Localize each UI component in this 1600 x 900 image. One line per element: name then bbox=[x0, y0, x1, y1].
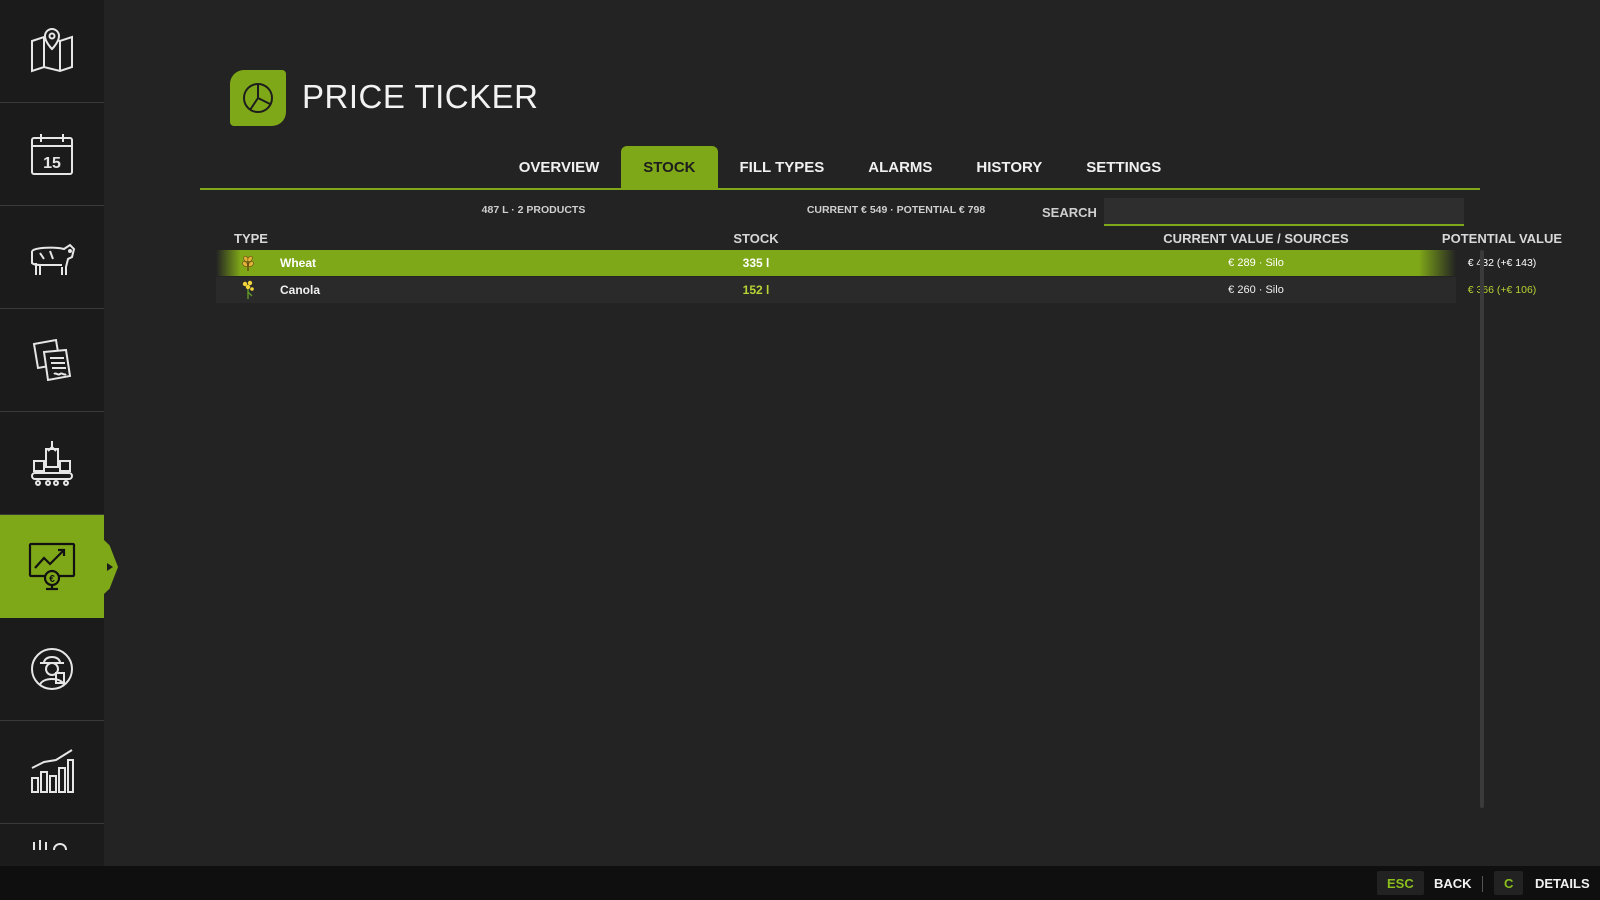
column-header-type: TYPE bbox=[234, 231, 268, 246]
tab-history[interactable]: HISTORY bbox=[954, 146, 1064, 188]
calendar-icon: 15 bbox=[31, 134, 73, 175]
svg-text:€: € bbox=[49, 574, 55, 585]
sidebar-item-more[interactable] bbox=[0, 824, 104, 866]
table-row[interactable]: Wheat 335 l € 289 · Silo € 432 (+€ 143) bbox=[216, 250, 1536, 276]
sidebar-item-production[interactable] bbox=[0, 412, 104, 515]
sidebar-item-map[interactable] bbox=[0, 0, 104, 103]
active-indicator-arrow bbox=[104, 540, 118, 594]
sidebar-item-workers[interactable] bbox=[0, 618, 104, 721]
farmer-icon bbox=[31, 648, 73, 690]
esc-key-hint: ESC bbox=[1377, 871, 1424, 895]
row-potential-value: € 366 (+€ 106) bbox=[1467, 284, 1537, 296]
column-header-current-value: CURRENT VALUE / SOURCES bbox=[1163, 231, 1349, 246]
bar-chart-icon bbox=[31, 749, 74, 793]
row-type-name: Canola bbox=[280, 283, 321, 297]
row-stock: 335 l bbox=[742, 256, 770, 270]
svg-text:15: 15 bbox=[43, 155, 61, 172]
app-logo bbox=[230, 70, 286, 126]
pie-chart-icon bbox=[243, 83, 273, 113]
table-header: TYPE STOCK CURRENT VALUE / SOURCES POTEN… bbox=[216, 229, 1562, 249]
page-title: PRICE TICKER bbox=[302, 78, 539, 115]
search-label: SEARCH bbox=[1042, 205, 1097, 220]
tab-fill-types[interactable]: FILL TYPES bbox=[718, 146, 847, 188]
tab-settings[interactable]: SETTINGS bbox=[1064, 146, 1183, 188]
partial-icon bbox=[33, 840, 67, 851]
row-type-name: Wheat bbox=[280, 256, 316, 270]
wheat-icon bbox=[238, 250, 258, 276]
row-potential-value: € 432 (+€ 143) bbox=[1467, 257, 1537, 269]
sidebar-item-statistics[interactable] bbox=[0, 721, 104, 824]
sidebar-item-animals[interactable] bbox=[0, 206, 104, 309]
map-pin-icon bbox=[31, 27, 73, 73]
search-input[interactable] bbox=[1104, 198, 1464, 226]
c-key-hint: C bbox=[1494, 871, 1524, 895]
table-scrollbar[interactable] bbox=[1480, 250, 1484, 808]
sidebar-item-contracts[interactable] bbox=[0, 309, 104, 412]
cow-icon bbox=[31, 243, 76, 275]
monitor-chart-euro-icon: € bbox=[28, 542, 76, 591]
column-header-potential-value: POTENTIAL VALUE bbox=[1441, 231, 1563, 246]
tab-overview[interactable]: OVERVIEW bbox=[497, 146, 622, 188]
sidebar-item-calendar[interactable]: 15 bbox=[0, 103, 104, 206]
factory-icon bbox=[31, 441, 73, 486]
stock-summary: 487 L · 2 PRODUCTS bbox=[481, 204, 586, 216]
column-header-stock: STOCK bbox=[733, 231, 779, 246]
footer-divider bbox=[1482, 876, 1483, 892]
tab-bar: OVERVIEW STOCK FILL TYPES ALARMS HISTORY… bbox=[200, 146, 1480, 190]
tab-alarms[interactable]: ALARMS bbox=[846, 146, 954, 188]
table-row[interactable]: Canola 152 l € 260 · Silo € 366 (+€ 106) bbox=[216, 277, 1536, 303]
row-current-value: € 260 · Silo bbox=[1228, 284, 1284, 296]
details-button[interactable]: DETAILS bbox=[1535, 876, 1590, 891]
back-button[interactable]: BACK bbox=[1434, 876, 1472, 891]
row-current-value: € 289 · Silo bbox=[1228, 257, 1284, 269]
footer-bar: ESC BACK C DETAILS bbox=[0, 866, 1600, 900]
row-stock: 152 l bbox=[742, 283, 770, 297]
canola-icon bbox=[238, 277, 258, 303]
documents-icon bbox=[32, 338, 72, 382]
tab-stock[interactable]: STOCK bbox=[621, 146, 718, 188]
sidebar-item-price-ticker[interactable]: € bbox=[0, 515, 104, 618]
sidebar: 15 € bbox=[0, 0, 104, 866]
value-summary: CURRENT € 549 · POTENTIAL € 798 bbox=[806, 204, 986, 216]
